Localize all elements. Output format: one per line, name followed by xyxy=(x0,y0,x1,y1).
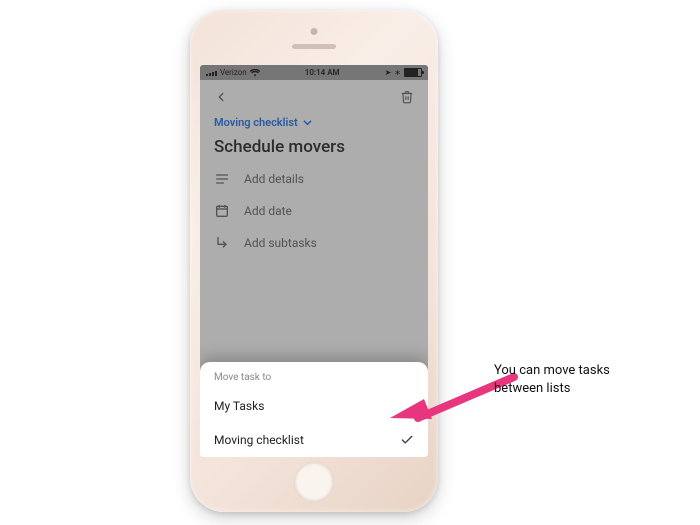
signal-icon xyxy=(206,69,217,76)
clock: 10:14 AM xyxy=(263,68,382,77)
back-icon[interactable] xyxy=(212,88,230,106)
status-bar: Verizon 10:14 AM ➤ ∗ xyxy=(200,65,428,80)
add-date-label: Add date xyxy=(244,204,292,218)
sheet-option-my-tasks[interactable]: My Tasks xyxy=(200,389,428,423)
home-button[interactable] xyxy=(294,462,334,502)
screen: Verizon 10:14 AM ➤ ∗ xyxy=(200,65,428,457)
list-selector[interactable]: Moving checklist xyxy=(214,116,414,129)
modal-scrim[interactable] xyxy=(200,65,428,457)
add-subtasks-label: Add subtasks xyxy=(244,236,317,250)
wifi-icon xyxy=(250,69,260,77)
annotation-text: You can move tasks between lists xyxy=(494,362,610,397)
sheet-header: Move task to xyxy=(200,372,428,389)
option-label: Moving checklist xyxy=(214,433,304,447)
details-icon xyxy=(214,171,230,187)
annotation-line-2: between lists xyxy=(494,380,610,398)
check-icon xyxy=(400,433,414,447)
iphone-frame: Verizon 10:14 AM ➤ ∗ xyxy=(190,10,438,512)
speaker-grille xyxy=(292,44,336,49)
calendar-icon xyxy=(214,203,230,219)
trash-icon[interactable] xyxy=(398,88,416,106)
add-details-label: Add details xyxy=(244,172,304,186)
front-camera xyxy=(311,28,318,35)
sheet-option-moving-checklist[interactable]: Moving checklist xyxy=(200,423,428,457)
bluetooth-icon: ∗ xyxy=(394,68,401,77)
move-task-sheet: Move task to My Tasks Moving checklist xyxy=(200,362,428,457)
caret-down-icon xyxy=(303,118,312,127)
task-title: Schedule movers xyxy=(214,137,414,157)
app-top-bar xyxy=(200,80,428,114)
location-icon: ➤ xyxy=(385,68,392,77)
list-selector-label: Moving checklist xyxy=(214,116,298,129)
annotation-line-1: You can move tasks xyxy=(494,362,610,380)
add-subtasks-row[interactable]: Add subtasks xyxy=(214,235,414,251)
add-details-row[interactable]: Add details xyxy=(214,171,414,187)
battery-icon xyxy=(404,68,422,77)
add-date-row[interactable]: Add date xyxy=(214,203,414,219)
subtask-icon xyxy=(214,235,230,251)
option-label: My Tasks xyxy=(214,399,264,413)
carrier-label: Verizon xyxy=(220,68,247,77)
